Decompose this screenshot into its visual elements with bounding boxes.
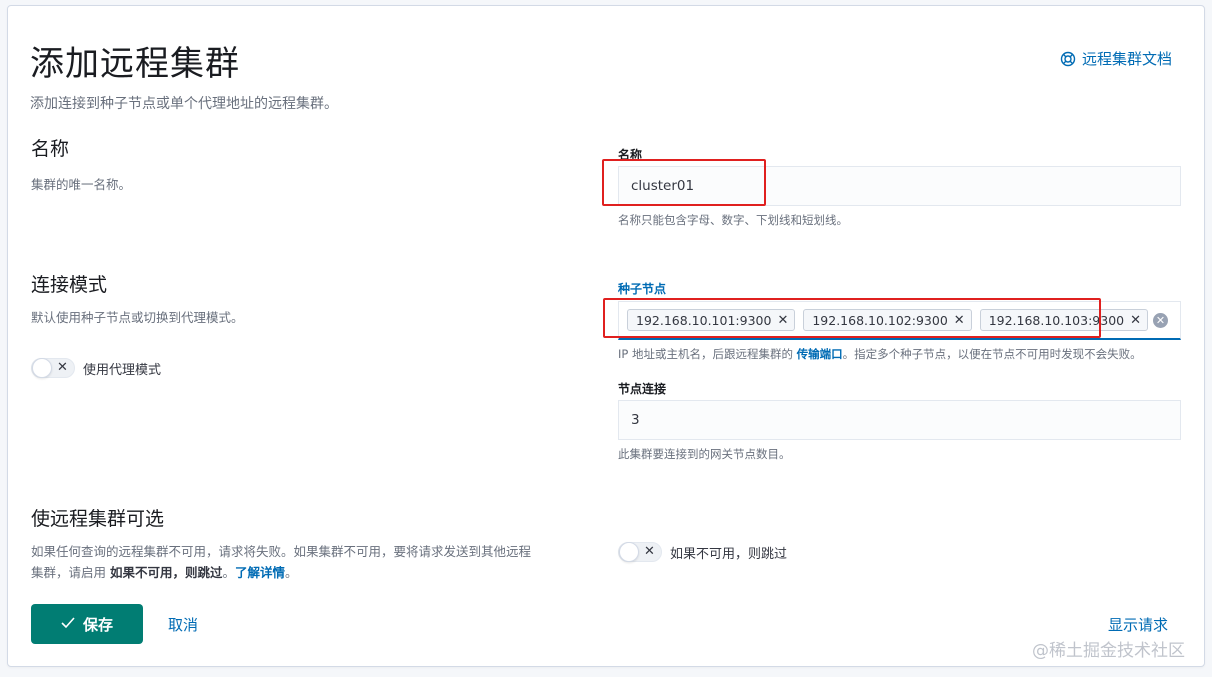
- description-sep: 。: [222, 565, 236, 580]
- proxy-mode-toggle[interactable]: ✕: [31, 358, 75, 378]
- lifebuoy-icon: [1060, 51, 1076, 67]
- watermark: @稀土掘金技术社区: [1032, 641, 1185, 661]
- cancel-button[interactable]: 取消: [168, 614, 198, 635]
- seed-node-value: 192.168.10.101:9300: [636, 312, 772, 328]
- seed-node-pill[interactable]: 192.168.10.102:9300 ✕: [803, 309, 972, 331]
- learn-more-link[interactable]: 了解详情: [235, 565, 285, 580]
- page-subtitle: 添加连接到种子节点或单个代理地址的远程集群。: [30, 96, 338, 112]
- close-icon: ✕: [57, 360, 68, 375]
- node-connections-label: 节点连接: [618, 382, 667, 396]
- save-button-label: 保存: [82, 615, 113, 634]
- clear-all-icon[interactable]: ✕: [1153, 313, 1168, 328]
- save-button[interactable]: 保存: [31, 604, 143, 644]
- seed-node-pill[interactable]: 192.168.10.101:9300 ✕: [627, 309, 796, 331]
- name-input[interactable]: cluster01: [618, 166, 1181, 206]
- name-section-description: 集群的唯一名称。: [31, 177, 132, 192]
- description-end: 。: [285, 565, 298, 580]
- transport-port-link[interactable]: 传输端口: [797, 347, 843, 361]
- name-field-label: 名称: [618, 148, 643, 162]
- node-connections-help: 此集群要连接到的网关节点数目。: [618, 447, 791, 461]
- seed-nodes-label: 种子节点: [618, 282, 667, 296]
- remove-icon[interactable]: ✕: [777, 313, 788, 328]
- seed-help-suffix: 。指定多个种子节点，以便在节点不可用时发现不会失败。: [842, 347, 1142, 361]
- optional-section-title: 使远程集群可选: [31, 508, 165, 530]
- name-input-value: cluster01: [631, 178, 695, 194]
- show-request-button[interactable]: 显示请求: [1108, 614, 1168, 635]
- docs-link-label: 远程集群文档: [1082, 50, 1173, 68]
- description-prefix: 集群，请启用: [31, 565, 110, 580]
- page-title: 添加远程集群: [30, 44, 240, 84]
- skip-unavailable-toggle[interactable]: ✕: [618, 542, 662, 562]
- optional-section-description-line1: 如果任何查询的远程集群不可用，请求将失败。如果集群不可用，要将请求发送到其他远程: [31, 544, 532, 559]
- skip-unavailable-label: 如果不可用，则跳过: [670, 546, 788, 562]
- connection-section-title: 连接模式: [31, 274, 108, 296]
- seed-help-text: IP 地址或主机名，后跟远程集群的 传输端口。指定多个种子节点，以便在节点不可用…: [618, 346, 1142, 362]
- proxy-mode-switch[interactable]: ✕ 使用代理模式: [31, 358, 161, 378]
- seed-node-value: 192.168.10.102:9300: [812, 312, 948, 328]
- name-help-text: 名称只能包含字母、数字、下划线和短划线。: [618, 213, 848, 227]
- check-icon: [61, 615, 75, 633]
- node-connections-input[interactable]: 3: [618, 400, 1181, 440]
- seed-node-pill[interactable]: 192.168.10.103:9300 ✕: [979, 309, 1149, 331]
- seed-nodes-combobox[interactable]: 192.168.10.101:9300 ✕ 192.168.10.102:930…: [618, 301, 1181, 340]
- toggle-knob: [619, 542, 639, 562]
- close-icon: ✕: [644, 544, 655, 559]
- proxy-mode-label: 使用代理模式: [83, 362, 162, 378]
- remove-icon[interactable]: ✕: [1130, 313, 1141, 328]
- docs-link[interactable]: 远程集群文档: [1060, 48, 1172, 69]
- name-section-title: 名称: [31, 138, 70, 160]
- toggle-knob: [32, 358, 52, 378]
- seed-node-value: 192.168.10.103:9300: [988, 312, 1125, 328]
- connection-section-description: 默认使用种子节点或切换到代理模式。: [31, 310, 244, 325]
- remove-icon[interactable]: ✕: [954, 313, 965, 328]
- skip-unavailable-switch[interactable]: ✕ 如果不可用，则跳过: [618, 542, 787, 562]
- description-bold: 如果不可用，则跳过: [109, 565, 223, 580]
- node-connections-value: 3: [631, 412, 640, 428]
- seed-help-prefix: IP 地址或主机名，后跟远程集群的: [618, 347, 797, 361]
- optional-section-description-line2: 集群，请启用 如果不可用，则跳过。了解详情。: [31, 562, 298, 581]
